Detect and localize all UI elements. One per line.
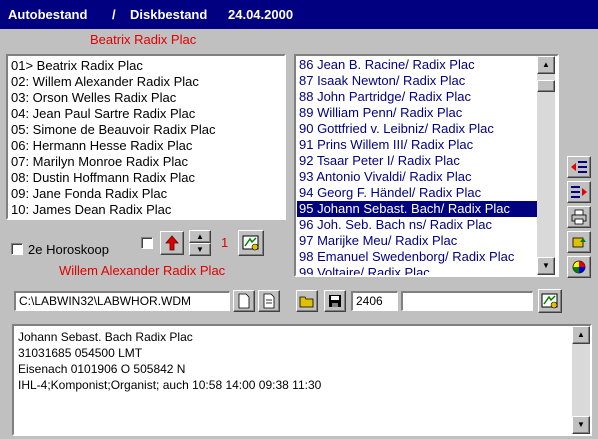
list-item[interactable]: 09: Jane Fonda Radix Plac xyxy=(11,186,167,202)
left-list-header: Beatrix Radix Plac xyxy=(90,32,197,47)
scroll-thumb[interactable] xyxy=(537,80,555,92)
list-item[interactable]: 05: Simone de Beauvoir Radix Plac xyxy=(11,122,216,138)
list-item[interactable]: 10: James Dean Radix Plac xyxy=(11,202,171,218)
memo-line: Johann Sebast. Bach Radix Plac xyxy=(18,330,193,344)
list-item[interactable]: 97 Marijke Meu/ Radix Plac xyxy=(299,233,457,249)
scroll-up-icon: ▲ xyxy=(577,330,585,339)
list-item[interactable]: 89 William Penn/ Radix Plac xyxy=(299,105,462,121)
list-item[interactable]: 90 Gottfried v. Leibniz/ Radix Plac xyxy=(299,121,494,137)
list-item[interactable]: 91 Prins Willem III/ Radix Plac xyxy=(299,137,473,153)
list-add-icon xyxy=(571,186,587,198)
list-item[interactable]: 98 Emanuel Swedenborg/ Radix Plac xyxy=(299,249,514,265)
folder-open-icon xyxy=(299,296,314,308)
list-remove-icon xyxy=(571,161,587,173)
search-field[interactable] xyxy=(401,291,533,311)
red-up-arrow-icon xyxy=(165,235,179,251)
printer-icon xyxy=(571,209,587,225)
list-item[interactable]: 99 Voltaire/ Radix Plac xyxy=(299,265,430,275)
list-item[interactable]: 06: Hermann Hesse Radix Plac xyxy=(11,138,192,154)
scroll-down-icon: ▼ xyxy=(542,261,550,270)
list-item[interactable]: 87 Isaak Newton/ Radix Plac xyxy=(299,73,465,89)
chart-wheel-button[interactable] xyxy=(567,256,591,278)
list-item[interactable]: 01> Beatrix Radix Plac xyxy=(11,58,143,74)
list-item[interactable]: 86 Jean B. Racine/ Radix Plac xyxy=(299,57,475,73)
second-horoscope-checkbox[interactable] xyxy=(11,243,23,255)
list-item[interactable]: 07: Marilyn Monroe Radix Plac xyxy=(11,154,188,170)
memo-line: Eisenach 0101906 O 505842 N xyxy=(18,362,186,376)
spin-down-button[interactable]: ▼ xyxy=(189,243,211,256)
scroll-down-icon: ▼ xyxy=(577,420,585,429)
transfer-icon xyxy=(541,293,558,309)
left-name-list[interactable]: 01> Beatrix Radix Plac 02: Willem Alexan… xyxy=(6,54,286,220)
spin-up-icon: ▲ xyxy=(196,231,204,241)
second-name-label: Willem Alexander Radix Plac xyxy=(59,263,226,278)
list-item[interactable]: 88 John Partridge/ Radix Plac xyxy=(299,89,471,105)
memo-scroll-down-button[interactable]: ▼ xyxy=(572,416,590,434)
move-up-button[interactable] xyxy=(160,231,184,255)
title-diskbestand: Diskbestand xyxy=(130,7,208,22)
list-item[interactable]: 02: Willem Alexander Radix Plac xyxy=(11,74,199,90)
list-item-selected[interactable]: 95 Johann Sebast. Bach/ Radix Plac xyxy=(297,201,537,217)
list-item[interactable]: 94 Georg F. Händel/ Radix Plac xyxy=(299,185,481,201)
memo-line: 31031685 054500 LMT xyxy=(18,346,143,360)
scroll-up-icon: ▲ xyxy=(542,60,550,69)
title-bar: Autobestand / Diskbestand 24.04.2000 xyxy=(0,0,598,29)
right-name-list[interactable]: 86 Jean B. Racine/ Radix Plac 87 Isaak N… xyxy=(294,54,559,277)
document-icon xyxy=(263,293,275,309)
save-button[interactable] xyxy=(324,290,346,312)
spin-down-icon: ▼ xyxy=(196,244,204,254)
counter-value: 1 xyxy=(221,235,229,250)
remove-from-list-button[interactable] xyxy=(567,156,591,178)
memo-line: IHL-4;Komponist;Organist; auch 10:58 14:… xyxy=(18,378,322,392)
export-button[interactable] xyxy=(567,231,591,253)
scroll-down-button[interactable]: ▼ xyxy=(537,257,555,275)
title-autobestand: Autobestand xyxy=(8,7,88,22)
memo-scroll-up-button[interactable]: ▲ xyxy=(572,326,590,344)
list-item[interactable]: 04: Jean Paul Sartre Radix Plac xyxy=(11,106,195,122)
title-date: 24.04.2000 xyxy=(228,7,294,22)
color-wheel-icon xyxy=(572,260,586,274)
transfer-icon xyxy=(242,235,259,251)
mark-checkbox[interactable] xyxy=(141,237,153,249)
record-number-field[interactable]: 2406 xyxy=(351,291,398,311)
add-to-list-button[interactable] xyxy=(567,181,591,203)
list-item[interactable]: 96 Joh. Seb. Bach ns/ Radix Plac xyxy=(299,217,492,233)
list-item[interactable]: 03: Orson Welles Radix Plac xyxy=(11,90,176,106)
export-icon xyxy=(572,237,586,248)
memo-scrollbar[interactable]: ▲ ▼ xyxy=(572,326,590,434)
open-folder-button[interactable] xyxy=(296,290,318,312)
transfer-tool-button[interactable] xyxy=(238,230,264,256)
list-item[interactable]: 93 Antonio Vivaldi/ Radix Plac xyxy=(299,169,471,185)
search-tool-button[interactable] xyxy=(538,289,562,313)
spin-up-button[interactable]: ▲ xyxy=(189,230,211,243)
list-item[interactable]: 08: Dustin Hoffmann Radix Plac xyxy=(11,170,195,186)
list-item[interactable]: 92 Tsaar Peter I/ Radix Plac xyxy=(299,153,460,169)
scroll-up-button[interactable]: ▲ xyxy=(537,56,555,74)
floppy-disk-icon xyxy=(329,295,341,307)
open-file-button[interactable] xyxy=(258,290,280,312)
details-memo[interactable]: Johann Sebast. Bach Radix Plac 31031685 … xyxy=(12,324,592,436)
app-window: Autobestand / Diskbestand 24.04.2000 Bea… xyxy=(0,0,598,439)
title-separator: / xyxy=(112,7,116,22)
file-path-field[interactable]: C:\LABWIN32\LABWHOR.WDM xyxy=(14,291,230,311)
second-horoscope-label: 2e Horoskoop xyxy=(28,242,109,257)
right-list-scrollbar[interactable]: ▲ ▼ xyxy=(537,56,555,275)
new-file-button[interactable] xyxy=(233,290,255,312)
new-file-icon xyxy=(238,293,250,309)
print-button[interactable] xyxy=(567,206,591,228)
